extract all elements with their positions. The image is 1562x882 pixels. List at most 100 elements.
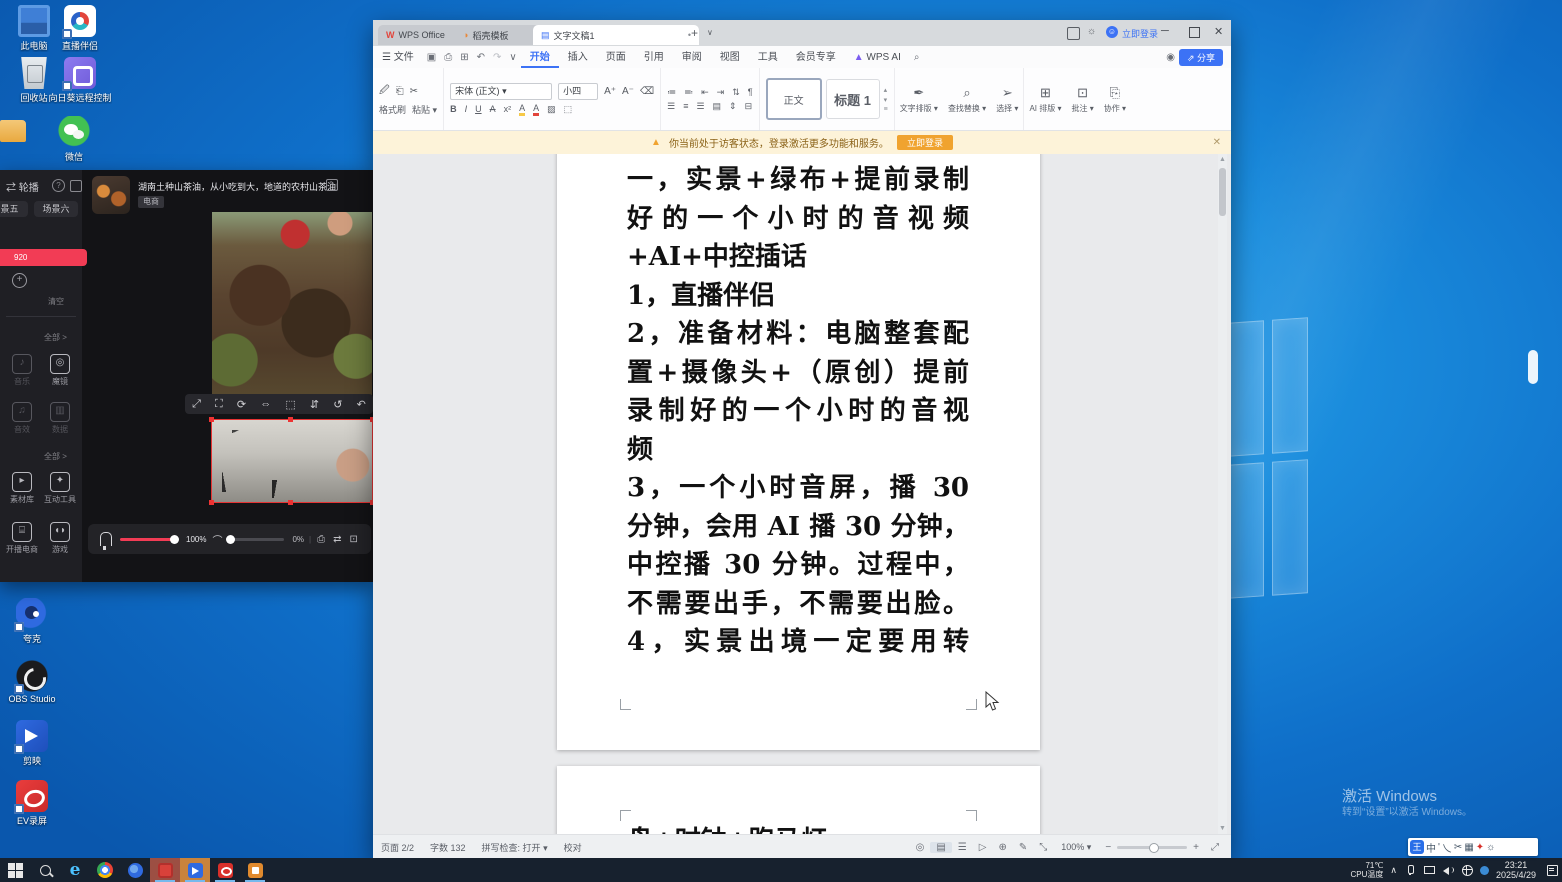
style-up-icon[interactable]: ▴ (884, 86, 888, 94)
redo-icon[interactable]: ↷ (489, 52, 505, 63)
status-words[interactable]: 字数 132 (422, 841, 474, 854)
zoom-level[interactable]: 100% ▾ (1053, 842, 1099, 853)
stream-thumbnail[interactable] (92, 176, 130, 214)
clear-format-icon[interactable]: ⌫ (640, 86, 654, 97)
section-more-1[interactable]: 全部 > (44, 332, 67, 343)
taskbar-clock[interactable]: 23:21 2025/4/29 (1496, 860, 1536, 880)
more-commands-icon[interactable]: ∨ (505, 52, 520, 63)
zoom-in-icon[interactable]: + (1187, 842, 1205, 853)
search-icon[interactable]: ⌕ (910, 52, 924, 63)
ai-typeset-button[interactable]: ⊞AI 排版 ▾ (1023, 68, 1066, 130)
sidebar-item-data[interactable]: ▥ 数据 (42, 402, 78, 435)
share-button[interactable]: ⇗ 分享 (1179, 49, 1223, 66)
carousel-mode[interactable]: ⇄ 轮播 (6, 179, 39, 194)
sidebar-item-media-library[interactable]: ▸ 素材库 (4, 472, 40, 505)
maximize-button[interactable] (1189, 27, 1200, 38)
tray-network-icon[interactable] (1461, 864, 1473, 876)
assist-button[interactable]: ⎘协作 ▾ (1099, 68, 1131, 130)
indent-icon[interactable]: ⇥ (717, 87, 725, 98)
sidebar-item-interactive-tools[interactable]: ✦ 互动工具 (42, 472, 78, 505)
menu-tab-page[interactable]: 页面 (597, 47, 635, 68)
ime-settings-icon[interactable]: ☼ (1486, 842, 1495, 853)
cut-icon[interactable]: ✂ (410, 86, 418, 97)
typeset-button[interactable]: ✒文字排版 ▾ (895, 68, 943, 130)
flip-vertical-icon[interactable]: ⇵ (310, 398, 319, 411)
font-size-select[interactable]: 小四 (558, 83, 598, 100)
desktop-icon-live-companion[interactable]: 直播伴侣 (48, 5, 112, 52)
outline-view-icon[interactable]: ☰ (952, 842, 973, 853)
italic-icon[interactable]: I (465, 104, 468, 114)
login-link[interactable]: 立即登录 (1122, 27, 1158, 40)
action-center-icon[interactable] (1546, 864, 1558, 876)
document-scrollbar[interactable]: ▲ ▼ (1218, 154, 1227, 834)
scene-tab-6[interactable]: 场景六 (34, 201, 78, 217)
print-preview-icon[interactable]: ⊞ (456, 52, 472, 63)
settings-gear-icon[interactable]: ☼ (1087, 26, 1096, 37)
taskbar-orange-app[interactable] (240, 858, 270, 882)
justify-icon[interactable]: ▤ (713, 101, 722, 112)
tab-wps-home[interactable]: W WPS Office (378, 25, 466, 45)
increase-font-icon[interactable]: A⁺ (604, 86, 616, 97)
scene-tab-5[interactable]: 场景五 (0, 201, 28, 217)
taskbar-live-companion-active[interactable] (180, 858, 210, 882)
expand-icon[interactable]: ⤢ (192, 398, 201, 411)
bullet-list-icon[interactable]: ≔ (667, 87, 676, 98)
align-right-icon[interactable]: ☰ (696, 101, 704, 112)
outdent-icon[interactable]: ⇤ (701, 87, 709, 98)
camera-settings-icon[interactable]: ⎙ (317, 534, 325, 545)
status-spellcheck[interactable]: 拼写检查: 打开 ▾ (474, 841, 556, 854)
sidebar-item-mirror[interactable]: ◎ 魔镜 (42, 354, 78, 387)
desktop-icon-jianying[interactable]: 剪映 (0, 720, 64, 767)
sort-icon[interactable]: ⇅ (732, 87, 740, 98)
start-button[interactable] (0, 858, 30, 882)
mirror-icon[interactable]: ⇔ (260, 398, 271, 410)
playlist-item-selected[interactable]: 920 (0, 249, 87, 266)
tray-expand-icon[interactable]: ∧ (1390, 865, 1397, 876)
font-color-icon[interactable]: A (533, 103, 539, 116)
tray-bluetooth-dot-icon[interactable] (1480, 866, 1489, 875)
align-left-icon[interactable]: ☰ (667, 101, 675, 112)
mic-volume-slider[interactable] (120, 538, 178, 541)
distribute-icon[interactable]: ⊟ (745, 101, 753, 112)
style-down-icon[interactable]: ▾ (884, 96, 888, 104)
taskbar-app-red[interactable] (150, 858, 180, 882)
status-page[interactable]: 页面 2/2 (373, 841, 422, 854)
reset-icon[interactable]: ↺ (333, 398, 342, 411)
notice-login-button[interactable]: 立即登录 (897, 135, 953, 150)
taskbar-edge[interactable]: e (60, 858, 90, 882)
undo-icon[interactable]: ↶ (473, 52, 489, 63)
section-more-2[interactable]: 全部 > (44, 451, 67, 462)
add-scene-icon[interactable]: + (12, 273, 27, 288)
monitor-volume-thumb[interactable] (226, 535, 235, 544)
ink-icon[interactable]: ✎ (1013, 842, 1033, 853)
ime-pen-icon[interactable]: 乀 (1442, 840, 1452, 855)
crop-icon[interactable]: ⬚ (285, 398, 295, 411)
find-replace-button[interactable]: ⌕查找替换 ▾ (943, 68, 991, 130)
bold-icon[interactable]: B (450, 104, 457, 114)
menu-tab-reference[interactable]: 引用 (635, 47, 673, 68)
menu-tab-wps-ai[interactable]: ▲ WPS AI (845, 47, 910, 68)
show-marks-icon[interactable]: ¶ (748, 87, 753, 97)
notice-close-icon[interactable]: ✕ (1213, 137, 1221, 148)
sidebar-item-sound[interactable]: ♫ 音效 (4, 402, 40, 435)
tab-document[interactable]: ▤ 文字文稿1 • (533, 25, 699, 45)
switch-source-icon[interactable]: ⇄ (333, 534, 341, 545)
video-preview-main[interactable] (212, 212, 372, 397)
tray-mic-icon[interactable] (1404, 864, 1416, 876)
popout-icon[interactable] (70, 180, 82, 192)
menu-tab-review[interactable]: 审阅 (673, 47, 711, 68)
tab-template-store[interactable]: ◑ 稻壳模板 (455, 25, 543, 45)
mic-volume-thumb[interactable] (170, 535, 179, 544)
painter-icon[interactable]: 🖉 (379, 83, 390, 100)
tray-display-icon[interactable] (1423, 864, 1435, 876)
style-normal[interactable]: 正文 (766, 78, 822, 120)
monitor-output-icon[interactable]: ⊡ (350, 534, 358, 545)
menu-tab-view[interactable]: 视图 (711, 47, 749, 68)
taskbar-search[interactable] (30, 858, 60, 882)
align-center-icon[interactable]: ≡ (683, 101, 688, 111)
menu-tab-insert[interactable]: 插入 (559, 47, 597, 68)
zoom-slider[interactable] (1117, 846, 1187, 849)
fullscreen-icon[interactable]: ⛶ (215, 398, 223, 411)
menu-tab-home[interactable]: 开始 (521, 47, 559, 68)
taskbar-chrome[interactable] (90, 858, 120, 882)
